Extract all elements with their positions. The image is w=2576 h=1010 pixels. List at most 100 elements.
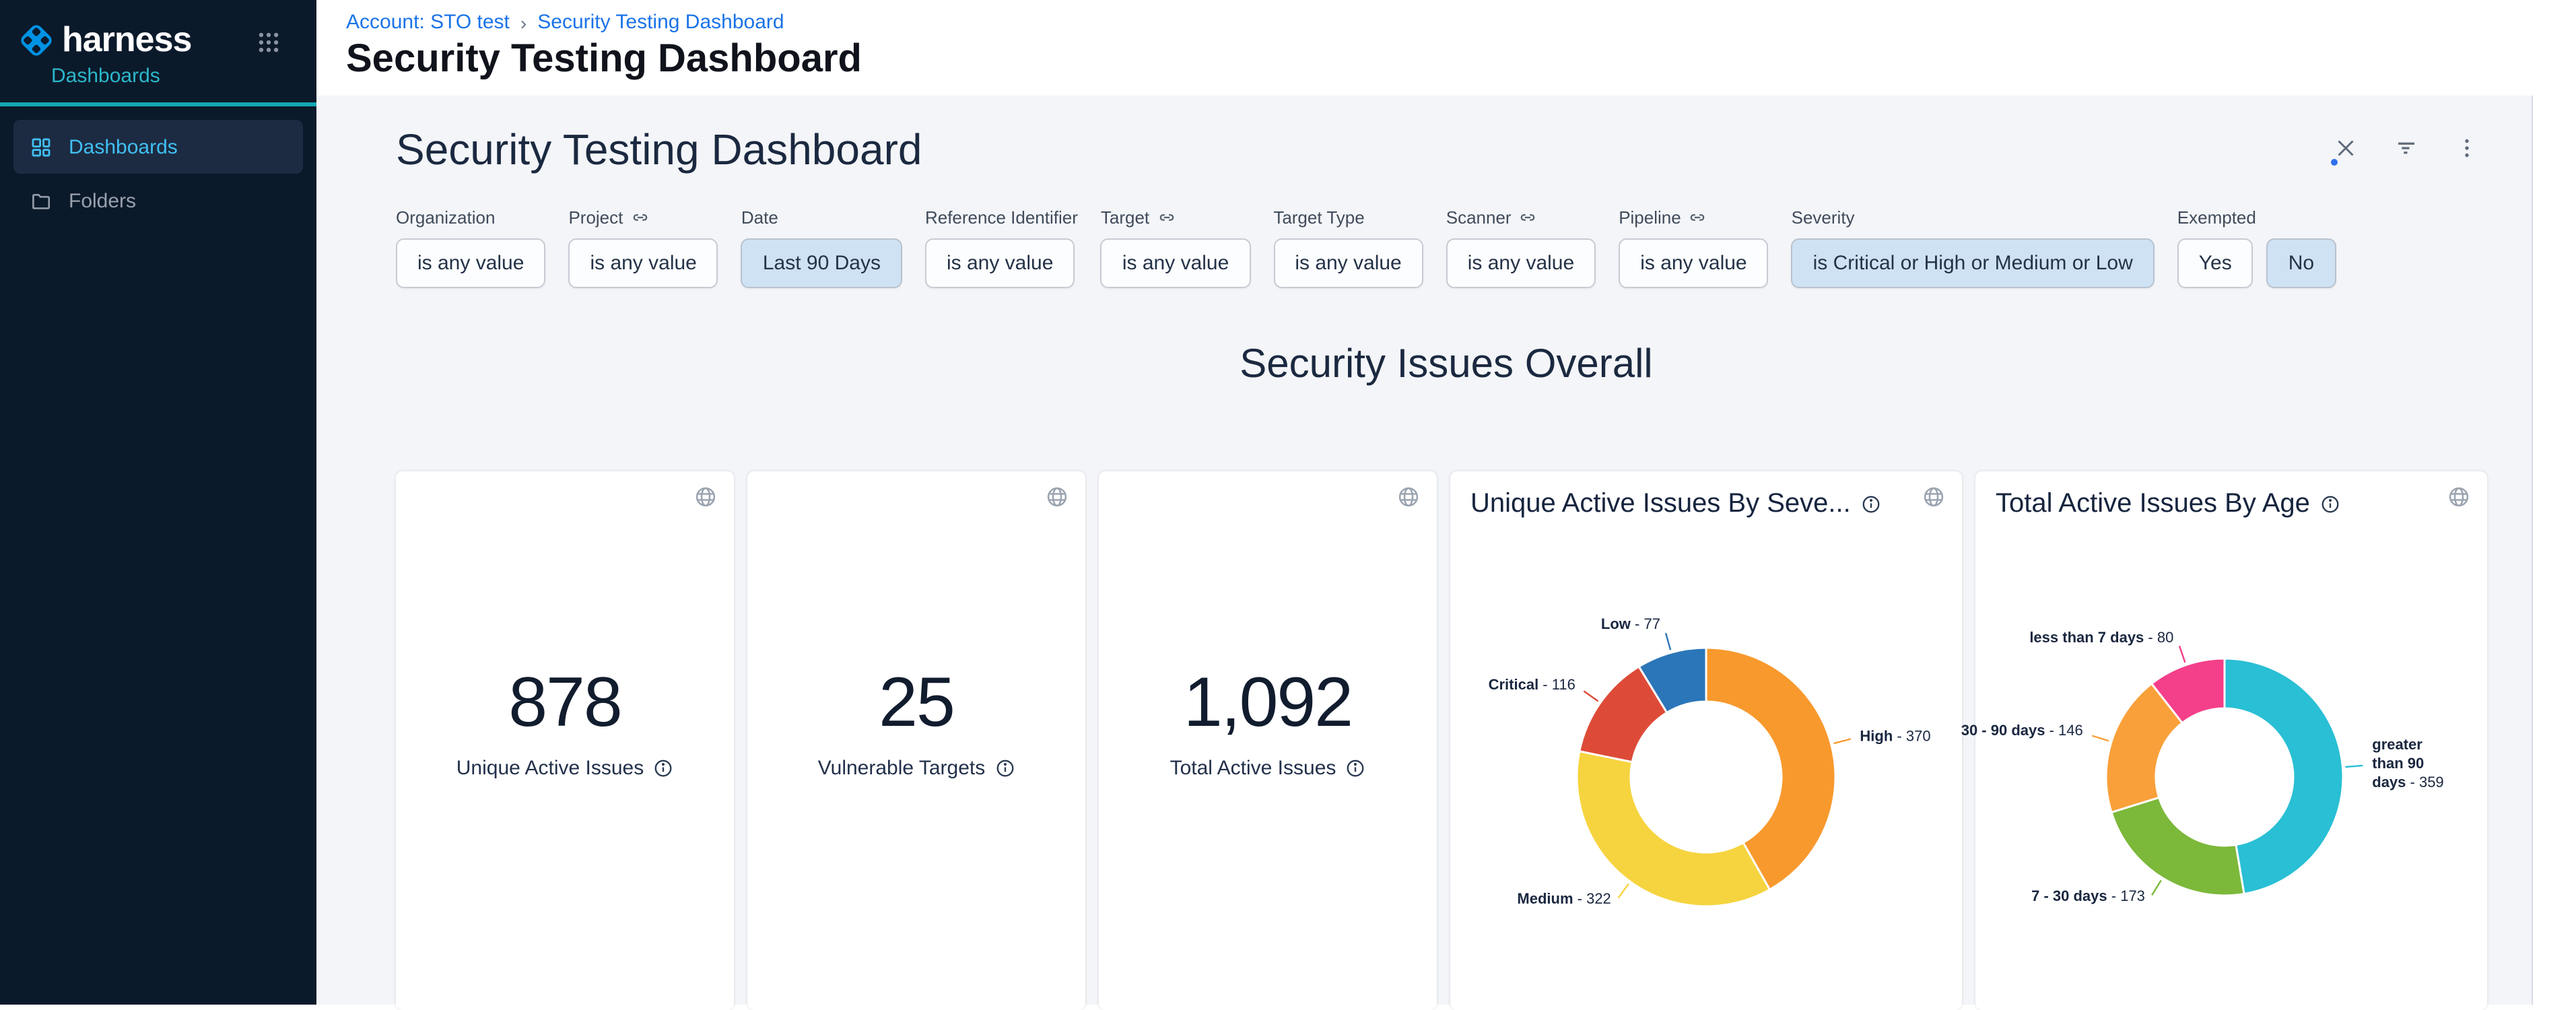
filter-project: Project is any value bbox=[568, 206, 718, 288]
page-title: Security Testing Dashboard bbox=[346, 38, 862, 82]
donut-label-low: Low - 77 bbox=[1601, 617, 1660, 636]
filter-chip-severity[interactable]: is Critical or High or Medium or Low bbox=[1792, 238, 2155, 288]
info-icon[interactable] bbox=[653, 758, 673, 778]
filter-target-type: Target Type is any value bbox=[1273, 206, 1423, 288]
breadcrumb: Account: STO test › Security Testing Das… bbox=[346, 11, 784, 34]
sidebar-item-folders[interactable]: Folders bbox=[13, 174, 303, 228]
sidebar-header: harness Dashboards bbox=[0, 0, 316, 106]
filter-chip-target[interactable]: is any value bbox=[1101, 238, 1250, 288]
filter-scanner: Scanner is any value bbox=[1446, 206, 1596, 288]
filters-row: Organization is any value Project is any va… bbox=[396, 206, 2576, 288]
harness-logo-icon bbox=[16, 20, 57, 60]
donut-label-connector bbox=[1584, 691, 1598, 701]
donut-segment-7-30-days[interactable] bbox=[2111, 797, 2244, 896]
chart-title: Unique Active Issues By Seve... bbox=[1470, 489, 1851, 520]
linked-filter-icon bbox=[1520, 208, 1537, 226]
filter-exempted: Exempted Yes No bbox=[2177, 206, 2336, 288]
scrollbar-track[interactable] bbox=[2532, 96, 2576, 1005]
app-switcher-icon[interactable] bbox=[256, 30, 281, 55]
filter-organization: Organization is any value bbox=[396, 206, 545, 288]
dashboard-grid-icon bbox=[30, 135, 53, 158]
filter-label: Target bbox=[1101, 207, 1149, 227]
more-menu-icon[interactable] bbox=[2455, 136, 2479, 160]
donut-label-greater-than-90-days: greater than 90 days - 359 bbox=[2372, 737, 2450, 793]
filter-icon[interactable] bbox=[2394, 136, 2418, 160]
filter-chip-organization[interactable]: is any value bbox=[396, 238, 545, 288]
sidebar-nav: Dashboards Folders bbox=[0, 106, 316, 228]
filter-chip-target-type[interactable]: is any value bbox=[1273, 238, 1423, 288]
stat-value: 25 bbox=[747, 663, 1085, 743]
info-icon[interactable] bbox=[2321, 494, 2341, 514]
filter-label: Severity bbox=[1792, 207, 1855, 227]
donut-label-30-90-days: 30 - 90 days - 146 bbox=[1961, 723, 2083, 742]
chart-title: Total Active Issues By Age bbox=[1996, 489, 2310, 520]
filter-chip-date[interactable]: Last 90 Days bbox=[741, 238, 902, 288]
donut-label-connector bbox=[1834, 739, 1851, 743]
donut-label-connector bbox=[1666, 633, 1670, 650]
donut-label-critical: Critical - 116 bbox=[1489, 677, 1575, 696]
section-heading: Security Issues Overall bbox=[316, 342, 2576, 388]
donut-label-connector bbox=[2179, 646, 2185, 663]
globe-icon[interactable] bbox=[1045, 485, 1069, 509]
donut-segment-greater-than-90-days[interactable] bbox=[2225, 659, 2343, 894]
donut-label-less-than-7-days: less than 7 days - 80 bbox=[2029, 630, 2173, 649]
chart-card-total-active-issues-by-age: Total Active Issues By Age greater than 9… bbox=[1975, 471, 2487, 1010]
breadcrumb-account-link[interactable]: Account: STO test bbox=[346, 11, 510, 34]
filter-reference-identifier: Reference Identifier is any value bbox=[925, 206, 1078, 288]
filter-severity: Severity is Critical or High or Medium or… bbox=[1792, 206, 2155, 288]
donut-label-7-30-days: 7 - 30 days - 173 bbox=[2031, 889, 2145, 908]
brand-name: harness bbox=[62, 19, 191, 61]
filter-pipeline: Pipelineis any value bbox=[1619, 206, 1768, 288]
panel-actions bbox=[2334, 136, 2479, 160]
globe-icon[interactable] bbox=[2447, 485, 2471, 509]
filter-chip-exempted-no[interactable]: No bbox=[2267, 238, 2336, 288]
breadcrumb-separator: › bbox=[520, 11, 527, 33]
cards-row: 878 Unique Active Issues 25Vulnerable Targ… bbox=[396, 471, 2576, 1010]
donut-label-high: High - 370 bbox=[1860, 729, 1930, 747]
stat-card-total-active-issues: 1,092 Total Active Issues bbox=[1099, 471, 1437, 1010]
stat-card-unique-active-issues: 878 Unique Active Issues bbox=[396, 471, 734, 1010]
linked-filter-icon bbox=[1689, 208, 1707, 226]
donut-label-connector bbox=[2092, 736, 2109, 741]
donut-segment-medium[interactable] bbox=[1577, 751, 1770, 906]
info-icon[interactable] bbox=[1862, 494, 1882, 514]
linked-filter-icon bbox=[1157, 208, 1175, 226]
globe-icon[interactable] bbox=[1922, 485, 1946, 509]
brand-module-label: Dashboards bbox=[51, 65, 316, 88]
breadcrumb-page-link[interactable]: Security Testing Dashboard bbox=[537, 11, 784, 34]
filter-label: Reference Identifier bbox=[925, 207, 1078, 227]
globe-icon[interactable] bbox=[693, 485, 718, 509]
filter-label: Organization bbox=[396, 207, 495, 227]
filter-chip-pipeline[interactable]: is any value bbox=[1619, 238, 1768, 288]
donut-label-connector bbox=[2152, 880, 2161, 895]
filter-chip-scanner[interactable]: is any value bbox=[1446, 238, 1596, 288]
stat-label: Total Active Issues bbox=[1099, 757, 1437, 780]
sidebar-item-dashboards[interactable]: Dashboards bbox=[13, 120, 303, 174]
folder-icon bbox=[30, 189, 53, 212]
donut-label-medium: Medium - 322 bbox=[1517, 891, 1611, 910]
sidebar-item-label: Folders bbox=[69, 189, 136, 212]
stat-label: Unique Active Issues bbox=[396, 757, 734, 780]
filter-date: Date Last 90 Days bbox=[741, 206, 902, 288]
filter-label: Project bbox=[568, 207, 623, 227]
filter-chip-reference-identifier[interactable]: is any value bbox=[925, 238, 1075, 288]
stat-card-vulnerable-targets: 25Vulnerable Targets bbox=[747, 471, 1085, 1010]
filter-label: Exempted bbox=[2177, 207, 2256, 227]
cursor-dot bbox=[2331, 159, 2338, 166]
donut-label-connector bbox=[2345, 766, 2363, 767]
filter-chip-exempted-yes[interactable]: Yes bbox=[2177, 238, 2253, 288]
close-icon[interactable] bbox=[2334, 136, 2358, 160]
filter-label: Scanner bbox=[1446, 207, 1512, 227]
info-icon[interactable] bbox=[1345, 758, 1365, 778]
filter-label: Target Type bbox=[1273, 207, 1364, 227]
sidebar: harness Dashboards Dashboards Folders bbox=[0, 0, 316, 1005]
top-header: Account: STO test › Security Testing Das… bbox=[316, 0, 2576, 96]
chart-card-unique-active-issues-by-seve: Unique Active Issues By Seve... High - 37… bbox=[1450, 471, 1962, 1010]
filter-chip-project[interactable]: is any value bbox=[568, 238, 718, 288]
dashboard-content: Security Testing Dashboard Organizationi… bbox=[316, 96, 2576, 1005]
info-icon[interactable] bbox=[994, 758, 1015, 778]
globe-icon[interactable] bbox=[1396, 485, 1421, 509]
filter-label: Date bbox=[741, 207, 778, 227]
stat-value: 1,092 bbox=[1099, 663, 1437, 743]
stat-value: 878 bbox=[396, 663, 734, 743]
